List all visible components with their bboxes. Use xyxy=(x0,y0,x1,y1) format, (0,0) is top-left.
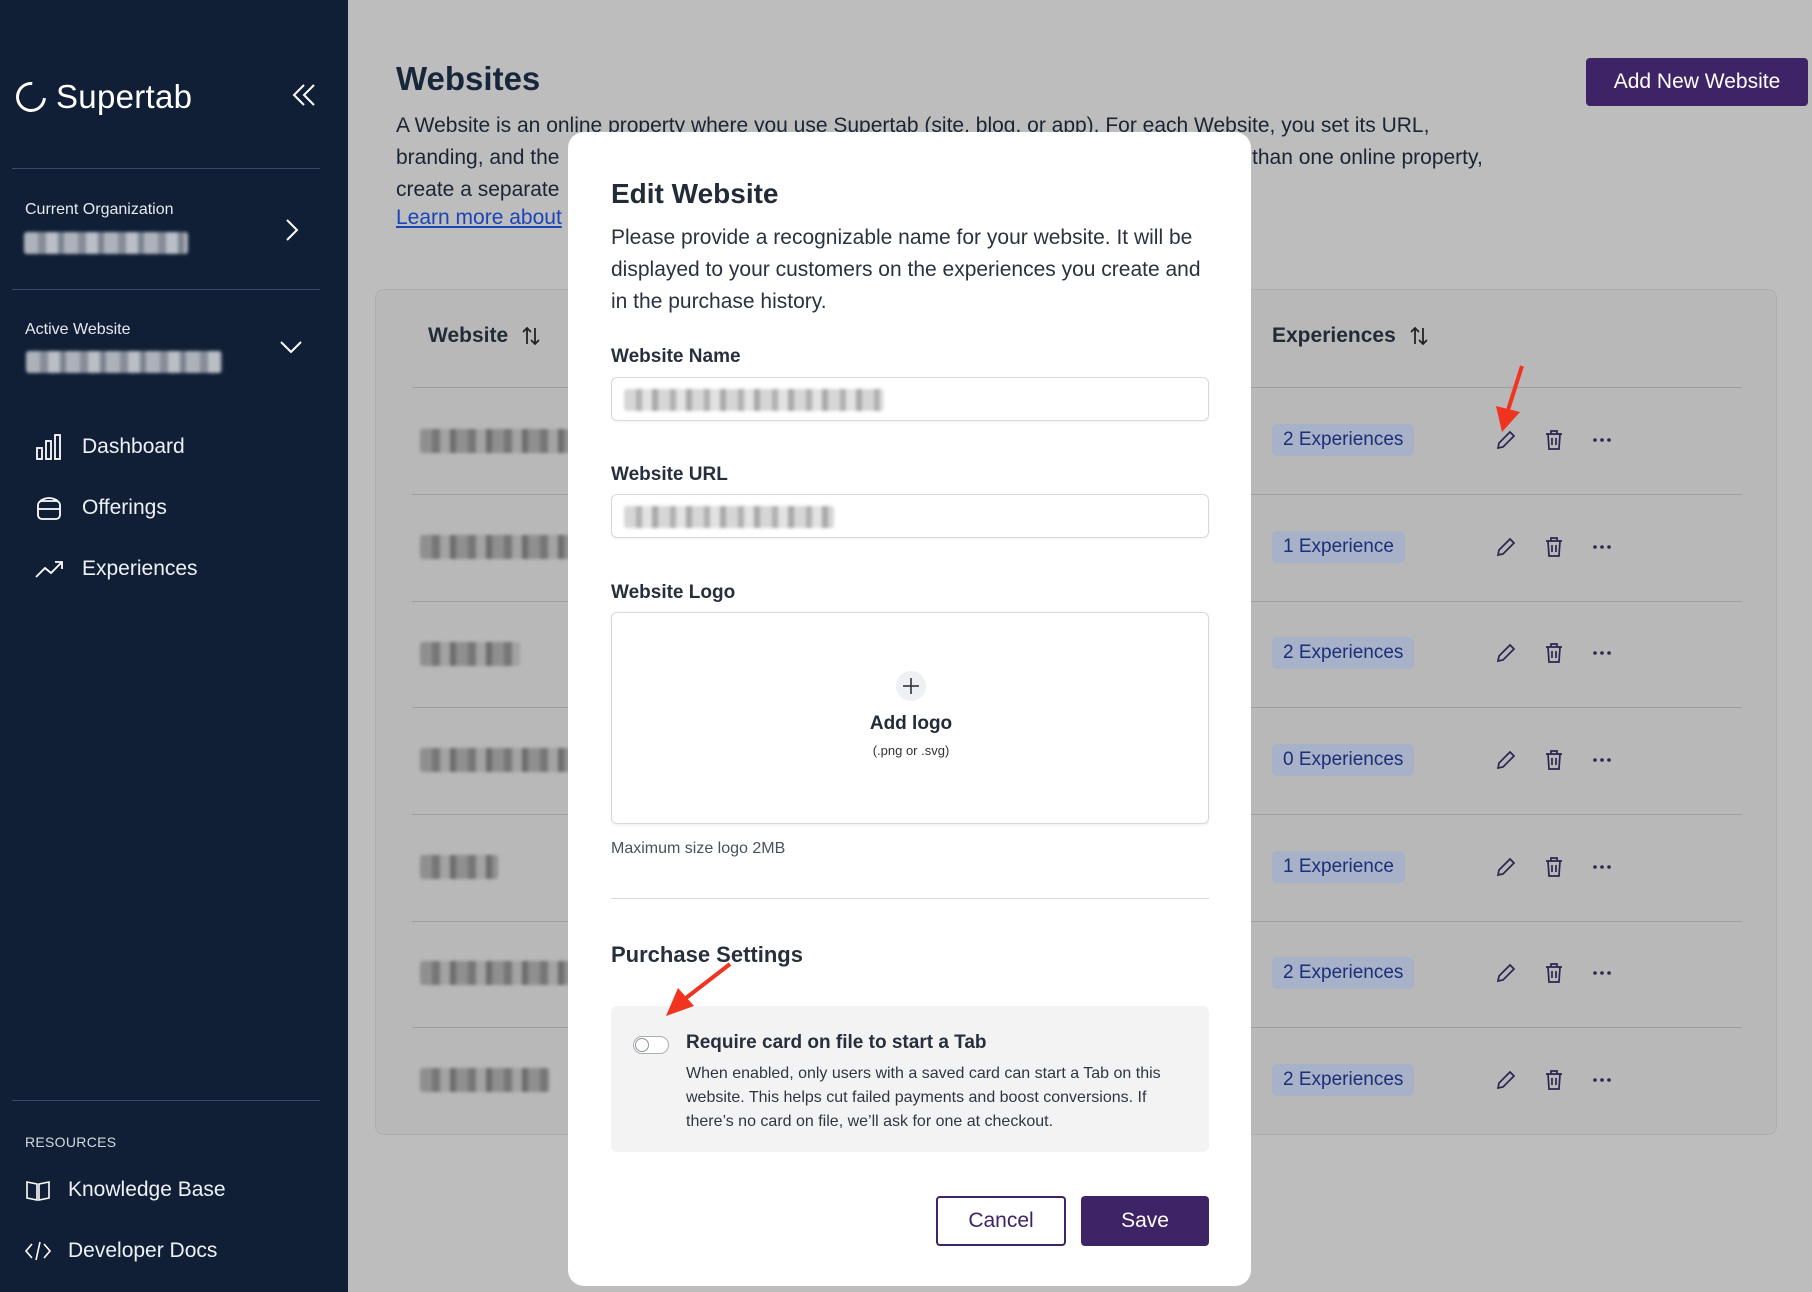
edit-icon[interactable] xyxy=(1494,535,1518,559)
website-url-value-redacted xyxy=(624,506,834,528)
toggle-knob xyxy=(635,1038,649,1052)
trash-icon[interactable] xyxy=(1542,428,1566,452)
experiences-badge[interactable]: 2 Experiences xyxy=(1272,637,1415,669)
require-card-title: Require card on file to start a Tab xyxy=(686,1032,987,1053)
description-line-right: than one online property, xyxy=(1252,146,1483,169)
book-icon xyxy=(26,1181,50,1201)
website-url-input[interactable] xyxy=(611,494,1209,538)
trending-up-icon xyxy=(35,561,63,578)
modal-title: Edit Website xyxy=(611,178,779,209)
edit-icon[interactable] xyxy=(1494,961,1518,985)
chevron-down-icon xyxy=(280,341,302,354)
stack-icon xyxy=(37,497,61,520)
more-options-icon[interactable] xyxy=(1590,1068,1614,1092)
sidebar-divider xyxy=(12,289,320,290)
save-button[interactable]: Save xyxy=(1081,1196,1209,1246)
more-options-icon[interactable] xyxy=(1590,428,1614,452)
sort-icon xyxy=(1410,326,1428,346)
organization-name-redacted xyxy=(24,232,188,254)
website-name-value-redacted xyxy=(624,389,884,411)
experiences-badge[interactable]: 1 Experience xyxy=(1272,851,1405,883)
trash-icon[interactable] xyxy=(1542,641,1566,665)
annotation-arrow-icon xyxy=(1496,365,1524,432)
experiences-badge[interactable]: 0 Experiences xyxy=(1272,744,1415,776)
website-url-label: Website URL xyxy=(611,464,728,485)
sidebar-item-label: Developer Docs xyxy=(68,1239,218,1262)
website-name-label: Website Name xyxy=(611,346,741,367)
code-icon xyxy=(24,1241,52,1261)
column-header-label: Experiences xyxy=(1272,324,1396,347)
more-options-icon[interactable] xyxy=(1590,535,1614,559)
column-header-website[interactable]: Website xyxy=(428,324,542,348)
sort-icon xyxy=(522,326,540,346)
sidebar-item-experiences[interactable]: Experiences xyxy=(34,554,198,584)
active-website-label: Active Website xyxy=(25,321,131,338)
trash-icon[interactable] xyxy=(1542,855,1566,879)
cancel-button[interactable]: Cancel xyxy=(936,1196,1066,1246)
website-name-redacted xyxy=(420,429,570,453)
brand[interactable]: Supertab xyxy=(9,75,193,119)
column-header-experiences[interactable]: Experiences xyxy=(1272,324,1430,348)
more-options-icon[interactable] xyxy=(1590,641,1614,665)
edit-icon[interactable] xyxy=(1494,641,1518,665)
add-logo-label: Add logo xyxy=(869,713,953,734)
column-header-label: Website xyxy=(428,324,509,347)
website-name-redacted xyxy=(420,535,570,559)
edit-icon[interactable] xyxy=(1494,855,1518,879)
resources-heading: RESOURCES xyxy=(25,1134,117,1150)
chevron-right-icon xyxy=(286,219,299,241)
require-card-description: When enabled, only users with a saved ca… xyxy=(686,1065,1161,1130)
modal-description: Please provide a recognizable name for y… xyxy=(611,226,1201,313)
page-title: Websites xyxy=(396,60,541,97)
collapse-sidebar-icon[interactable] xyxy=(290,80,320,110)
experiences-badge[interactable]: 2 Experiences xyxy=(1272,957,1415,989)
website-name-redacted xyxy=(420,961,570,985)
more-options-icon[interactable] xyxy=(1590,961,1614,985)
modal-divider xyxy=(611,898,1209,899)
experiences-badge[interactable]: 1 Experience xyxy=(1272,531,1405,563)
website-name-redacted xyxy=(420,1068,550,1092)
require-card-toggle[interactable] xyxy=(633,1036,669,1054)
logo-max-size-hint: Maximum size logo 2MB xyxy=(611,840,786,857)
sidebar-item-label: Offerings xyxy=(82,496,167,519)
sidebar-item-label: Dashboard xyxy=(82,435,185,458)
more-options-icon[interactable] xyxy=(1590,748,1614,772)
experiences-badge[interactable]: 2 Experiences xyxy=(1272,1064,1415,1096)
plus-icon xyxy=(896,671,926,701)
logo-upload-dropzone[interactable]: Add logo (.png or .svg) xyxy=(611,612,1209,824)
current-organization-label: Current Organization xyxy=(25,201,174,218)
sidebar-divider xyxy=(12,168,320,169)
trash-icon[interactable] xyxy=(1542,1068,1566,1092)
require-card-setting: Require card on file to start a Tab When… xyxy=(611,1006,1209,1152)
website-name-redacted xyxy=(420,855,498,879)
annotation-arrow-icon xyxy=(666,962,732,1016)
active-website-name-redacted xyxy=(26,351,222,373)
brand-name: Supertab xyxy=(56,78,193,115)
learn-more-link[interactable]: Learn more about xyxy=(396,206,562,230)
sidebar-item-knowledge-base[interactable]: Knowledge Base xyxy=(24,1176,226,1204)
sidebar-item-offerings[interactable]: Offerings xyxy=(34,493,167,523)
sidebar-item-label: Knowledge Base xyxy=(68,1178,226,1201)
edit-icon[interactable] xyxy=(1494,748,1518,772)
trash-icon[interactable] xyxy=(1542,961,1566,985)
logo-file-types: (.png or .svg) xyxy=(872,743,950,758)
trash-icon[interactable] xyxy=(1542,535,1566,559)
edit-icon[interactable] xyxy=(1494,1068,1518,1092)
website-name-redacted xyxy=(420,748,570,772)
website-name-input[interactable] xyxy=(611,377,1209,421)
sidebar-divider xyxy=(12,1100,320,1101)
sidebar-item-dashboard[interactable]: Dashboard xyxy=(34,432,185,462)
supertab-logo-icon xyxy=(9,75,53,119)
add-new-website-button[interactable]: Add New Website xyxy=(1586,58,1808,106)
more-options-icon[interactable] xyxy=(1590,855,1614,879)
experiences-badge[interactable]: 2 Experiences xyxy=(1272,424,1415,456)
trash-icon[interactable] xyxy=(1542,748,1566,772)
website-name-redacted xyxy=(420,642,520,666)
sidebar-item-developer-docs[interactable]: Developer Docs xyxy=(24,1237,217,1265)
edit-website-modal: Edit Website Please provide a recognizab… xyxy=(568,132,1251,1286)
bar-chart-icon xyxy=(36,434,61,460)
sidebar-item-label: Experiences xyxy=(82,557,198,580)
website-logo-label: Website Logo xyxy=(611,582,736,603)
sidebar: Supertab Current Organization Active Web… xyxy=(0,0,348,1292)
